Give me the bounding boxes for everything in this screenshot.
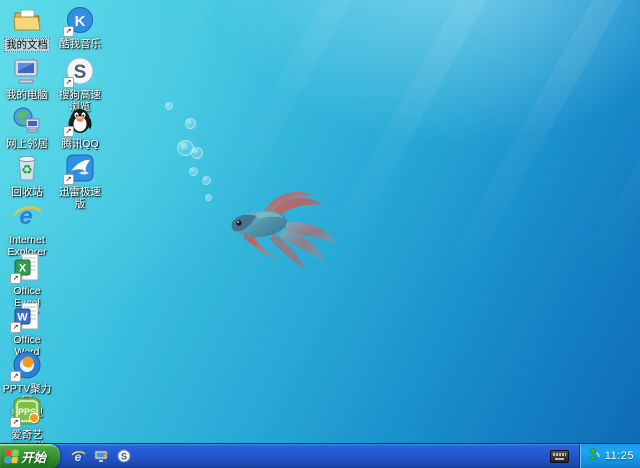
quick-launch-sogou-icon[interactable]: S xyxy=(116,448,132,464)
system-tray: 11:25 xyxy=(578,443,640,468)
quick-launch-show-desktop-icon[interactable] xyxy=(93,448,109,464)
betta-fish xyxy=(231,191,338,269)
desktop-icon-label: 回收站 xyxy=(11,186,43,198)
tencent-qq-icon: ↗ xyxy=(63,104,96,137)
desktop-icon-label: 迅雷极速版 xyxy=(59,186,101,210)
tray-clock[interactable]: 11:25 xyxy=(605,450,634,462)
desktop-icon-label: 酷我音乐 xyxy=(59,38,101,50)
pps-icon: PPS ↗ xyxy=(10,395,43,428)
desktop-icon-label: 我的文档 xyxy=(4,38,50,52)
desktop-icon-thunder-speed[interactable]: ↗ 迅雷极速版 xyxy=(54,152,106,210)
windows-logo-icon xyxy=(4,449,19,463)
shortcut-arrow-icon: ↗ xyxy=(10,273,21,284)
desktop-icon-label: 网上邻居 xyxy=(6,138,48,150)
bubble xyxy=(185,118,196,129)
svg-text:S: S xyxy=(74,62,87,83)
quick-launch: e S xyxy=(70,448,132,464)
bubble xyxy=(165,102,173,110)
taskbar: 开始 e S 11:25 xyxy=(0,443,640,468)
quick-launch-ie-icon[interactable]: e xyxy=(70,448,86,464)
svg-text:S: S xyxy=(121,452,127,462)
input-method-keyboard-icon[interactable] xyxy=(549,449,569,463)
internet-explorer-icon: e xyxy=(11,200,43,232)
bubble xyxy=(202,176,211,185)
start-label: 开始 xyxy=(21,450,47,465)
desktop-icon-kuwo-music[interactable]: K ↗ 酷我音乐 xyxy=(54,4,106,50)
desktop-icon-recycle-bin[interactable]: ♻ 回收站 xyxy=(1,152,53,198)
shortcut-arrow-icon: ↗ xyxy=(63,174,74,185)
network-places-icon xyxy=(11,104,43,136)
desktop-screen: 我的文档 我的电脑 网上邻居 ♻ 回收站 e Internet Explorer… xyxy=(0,0,640,468)
bubble xyxy=(191,147,203,159)
recycle-bin-icon: ♻ xyxy=(11,152,43,184)
svg-text:K: K xyxy=(75,13,86,30)
desktop-icon-internet-explorer[interactable]: e Internet Explorer xyxy=(1,200,53,258)
shortcut-arrow-icon: ↗ xyxy=(10,417,21,428)
sogou-browser-icon: S ↗ xyxy=(63,55,96,88)
kuwo-music-icon: K ↗ xyxy=(63,4,96,37)
start-button[interactable]: 开始 xyxy=(0,443,60,468)
shortcut-arrow-icon: ↗ xyxy=(10,371,21,382)
desktop-icon-tencent-qq[interactable]: ↗ 腾讯QQ xyxy=(54,104,106,150)
my-documents-icon xyxy=(11,4,43,36)
shortcut-arrow-icon: ↗ xyxy=(63,126,74,137)
desktop-icon-my-computer[interactable]: 我的电脑 xyxy=(1,55,53,101)
bubble xyxy=(205,194,212,201)
shortcut-arrow-icon: ↗ xyxy=(63,26,74,37)
shortcut-arrow-icon: ↗ xyxy=(10,322,21,333)
tray-network-icon[interactable] xyxy=(588,447,601,465)
wallpaper: 我的文档 我的电脑 网上邻居 ♻ 回收站 e Internet Explorer… xyxy=(0,0,640,465)
office-word-icon: W ↗ xyxy=(10,300,43,333)
desktop-icon-network-places[interactable]: 网上邻居 xyxy=(1,104,53,150)
desktop-icon-label: 腾讯QQ xyxy=(61,138,99,150)
pptv-icon: ↗ xyxy=(10,349,43,382)
desktop-icon-label: 我的电脑 xyxy=(6,89,48,101)
thunder-icon: ↗ xyxy=(63,152,96,185)
bubble xyxy=(189,167,198,176)
office-excel-icon: X ↗ xyxy=(10,251,43,284)
svg-text:♻: ♻ xyxy=(21,162,33,177)
desktop-icon-my-documents[interactable]: 我的文档 xyxy=(1,4,53,52)
shortcut-arrow-icon: ↗ xyxy=(63,77,74,88)
my-computer-icon xyxy=(11,55,43,87)
